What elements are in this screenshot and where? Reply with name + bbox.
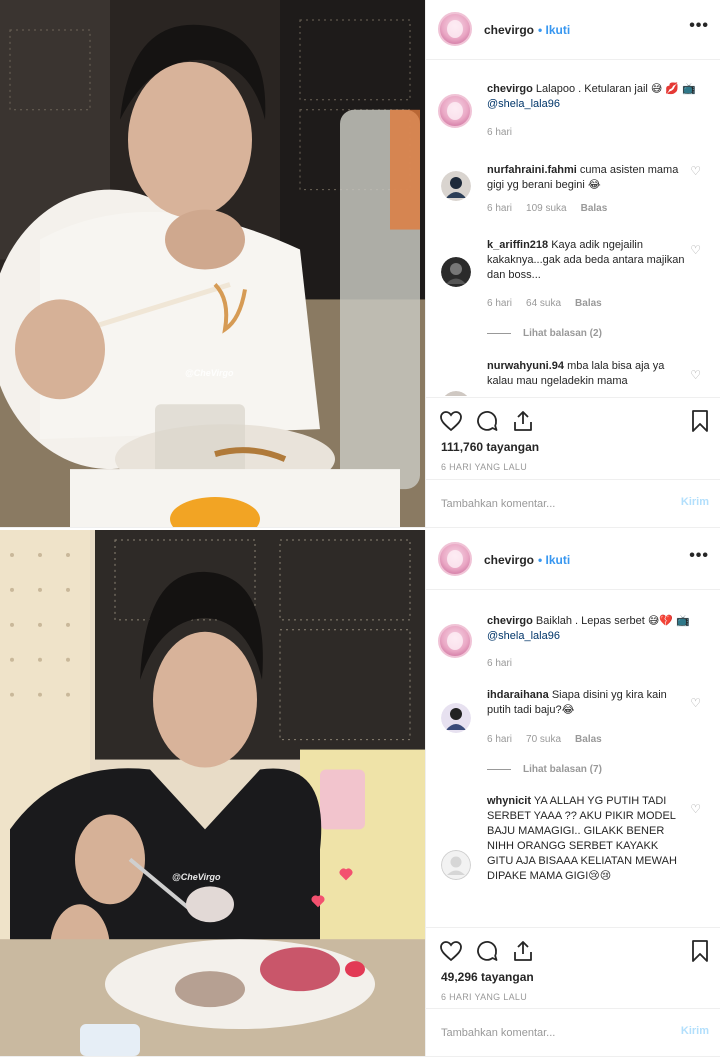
comment-likes[interactable]: 64 suka	[526, 298, 561, 309]
username-link[interactable]: chevirgo	[484, 23, 534, 37]
post-2-sidebar: chevirgo • Ikuti ••• chevirgo Baiklah . …	[425, 530, 720, 1056]
comment-username[interactable]: ihdaraihana	[487, 689, 549, 701]
avatar[interactable]	[438, 12, 472, 46]
like-comment-icon[interactable]: ♡	[690, 802, 701, 816]
comment-text: nurwahyuni.94 mba lala bisa aja ya kalau…	[487, 359, 687, 389]
post-2-video[interactable]: @CheVirgo	[0, 530, 425, 1056]
comment-username[interactable]: chevirgo	[487, 615, 533, 627]
comment-username[interactable]: nurwahyuni.94	[487, 360, 564, 372]
share-icon[interactable]	[510, 938, 536, 964]
follow-label: Ikuti	[545, 553, 571, 567]
avatar[interactable]	[441, 171, 471, 201]
mention-link[interactable]: @shela_lala96	[487, 630, 560, 642]
post-1-sidebar: chevirgo • Ikuti ••• chevirgo Lalapoo . …	[425, 0, 720, 527]
comment-input[interactable]	[441, 492, 661, 516]
like-comment-icon[interactable]: ♡	[690, 164, 701, 178]
comment-meta: 6 hari 64 suka Balas	[487, 298, 616, 309]
comment-time: 6 hari	[487, 658, 513, 669]
comments-list: chevirgo Baiklah . Lepas serbet 😅💔 📺 @sh…	[426, 591, 720, 926]
post-header: chevirgo • Ikuti •••	[426, 530, 720, 590]
comment-username[interactable]: whynicit	[487, 795, 531, 807]
like-comment-icon[interactable]: ♡	[690, 696, 701, 710]
share-icon[interactable]	[510, 408, 536, 434]
comment-username[interactable]: nurfahraini.fahmi	[487, 164, 577, 176]
comment-body: YA ALLAH YG PUTIH TADI SERBET YAAA ?? AK…	[487, 795, 677, 882]
view-replies-button[interactable]: Lihat balasan (2)	[487, 328, 602, 339]
view-count[interactable]: 49,296 tayangan	[441, 970, 534, 984]
video-frame-2	[0, 530, 425, 1056]
video-watermark: @CheVirgo	[185, 368, 234, 378]
avatar[interactable]	[438, 542, 472, 576]
video-watermark: @CheVirgo	[172, 872, 221, 882]
comment-username[interactable]: chevirgo	[487, 83, 533, 95]
post-comment-button[interactable]: Kirim	[681, 1025, 709, 1037]
comment-body: Lalapoo . Ketularan jail 😅 💋 📺	[535, 83, 696, 95]
caption-text: chevirgo Baiklah . Lepas serbet 😅💔 📺 @sh…	[487, 614, 702, 644]
comment-likes[interactable]: 109 suka	[526, 203, 567, 214]
comments-list: chevirgo Lalapoo . Ketularan jail 😅 💋 📺 …	[426, 61, 720, 396]
comment-time: 6 hari	[487, 298, 513, 309]
avatar[interactable]	[441, 391, 471, 396]
video-frame-1	[0, 0, 425, 527]
avatar[interactable]	[438, 624, 472, 658]
comment-meta: 6 hari 109 suka Balas	[487, 203, 621, 214]
avatar[interactable]	[441, 850, 471, 880]
reply-button[interactable]: Balas	[575, 734, 602, 745]
comment-input[interactable]	[441, 1021, 661, 1045]
comment-time: 6 hari	[487, 734, 513, 745]
bookmark-icon[interactable]	[687, 938, 713, 964]
like-comment-icon[interactable]: ♡	[690, 243, 701, 257]
view-count[interactable]: 111,760 tayangan	[441, 440, 539, 454]
mention-link[interactable]: @shela_lala96	[487, 98, 560, 110]
heart-icon[interactable]	[438, 408, 464, 434]
separator: •	[538, 553, 543, 567]
post-actions: 111,760 tayangan 6 HARI YANG LALU	[426, 397, 720, 481]
follow-button[interactable]: • Ikuti	[538, 23, 570, 37]
avatar[interactable]	[441, 257, 471, 287]
add-comment-bar: Kirim	[426, 479, 720, 527]
reply-button[interactable]: Balas	[581, 203, 608, 214]
more-icon[interactable]: •••	[689, 547, 709, 565]
comment-text: ihdaraihana Siapa disini yg kira kain pu…	[487, 688, 687, 718]
post-comment-button[interactable]: Kirim	[681, 496, 709, 508]
bookmark-icon[interactable]	[687, 408, 713, 434]
username-link[interactable]: chevirgo	[484, 553, 534, 567]
reply-button[interactable]: Balas	[575, 298, 602, 309]
post-actions: 49,296 tayangan 6 HARI YANG LALU	[426, 927, 720, 1011]
post-date: 6 HARI YANG LALU	[441, 462, 527, 472]
avatar[interactable]	[438, 94, 472, 128]
comment-icon[interactable]	[474, 938, 500, 964]
comment-text: whynicit YA ALLAH YG PUTIH TADI SERBET Y…	[487, 794, 677, 884]
add-comment-bar: Kirim	[426, 1008, 720, 1056]
post-date: 6 HARI YANG LALU	[441, 992, 527, 1002]
post-2: @CheVirgo chevirgo • Ikuti ••• chevirgo …	[0, 530, 720, 1057]
separator: •	[538, 23, 543, 37]
comment-text: nurfahraini.fahmi cuma asisten mama gigi…	[487, 163, 687, 193]
comment-time: 6 hari	[487, 127, 513, 138]
comment-time: 6 hari	[487, 203, 513, 214]
comment-text: k_ariffin218 Kaya adik ngejailin kakakny…	[487, 238, 687, 283]
post-header: chevirgo • Ikuti •••	[426, 0, 720, 60]
follow-label: Ikuti	[545, 23, 571, 37]
avatar[interactable]	[441, 703, 471, 733]
comment-likes[interactable]: 70 suka	[526, 734, 561, 745]
caption-text: chevirgo Lalapoo . Ketularan jail 😅 💋 📺 …	[487, 82, 697, 112]
comment-body: Baiklah . Lepas serbet 😅💔 📺	[535, 615, 690, 627]
follow-button[interactable]: • Ikuti	[538, 553, 570, 567]
comment-meta: 6 hari 70 suka Balas	[487, 734, 616, 745]
more-icon[interactable]: •••	[689, 17, 709, 35]
post-1: @CheVirgo chevirgo • Ikuti ••• chevirgo …	[0, 0, 720, 528]
like-comment-icon[interactable]: ♡	[690, 368, 701, 382]
heart-icon[interactable]	[438, 938, 464, 964]
post-1-video[interactable]: @CheVirgo	[0, 0, 425, 527]
view-replies-button[interactable]: Lihat balasan (7)	[487, 764, 602, 775]
comment-meta: 6 hari	[487, 127, 526, 138]
comment-icon[interactable]	[474, 408, 500, 434]
comment-username[interactable]: k_ariffin218	[487, 239, 548, 251]
comment-meta: 6 hari	[487, 658, 526, 669]
